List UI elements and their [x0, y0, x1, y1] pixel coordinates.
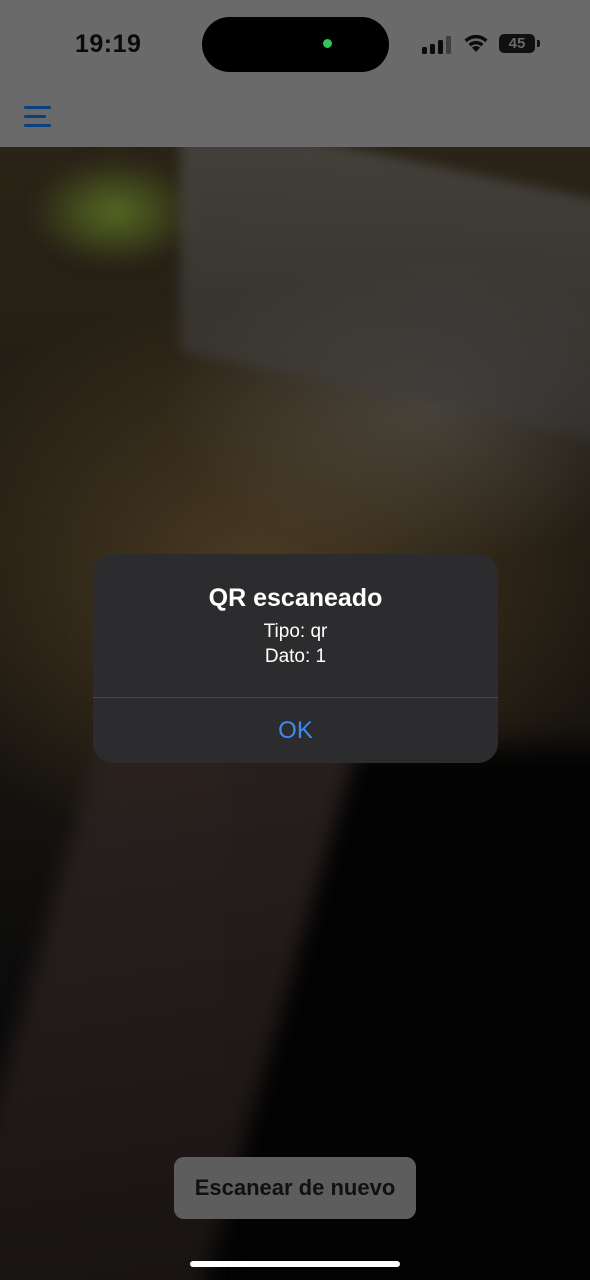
battery-tip	[537, 40, 540, 47]
scan-again-button[interactable]: Escanear de nuevo	[174, 1157, 416, 1219]
alert-title: QR escaneado	[208, 584, 383, 612]
qr-result-alert: QR escaneado Tipo: qr Dato: 1 OK	[93, 554, 498, 763]
top-bar: 19:19 45	[0, 0, 590, 147]
wifi-icon	[464, 34, 488, 52]
dynamic-island	[202, 17, 389, 72]
hamburger-menu-icon[interactable]	[24, 106, 54, 130]
status-time: 19:19	[75, 30, 142, 58]
camera-in-use-indicator	[323, 39, 332, 48]
battery-icon: 45	[499, 34, 535, 53]
cellular-signal-icon	[422, 35, 454, 54]
home-indicator[interactable]	[190, 1261, 400, 1267]
alert-ok-button[interactable]: OK	[93, 698, 498, 763]
alert-data-line: Dato: 1	[264, 646, 327, 667]
camera-scene-laptop	[180, 147, 590, 443]
alert-type-line: Tipo: qr	[263, 621, 328, 642]
camera-scene-plant	[30, 157, 200, 267]
